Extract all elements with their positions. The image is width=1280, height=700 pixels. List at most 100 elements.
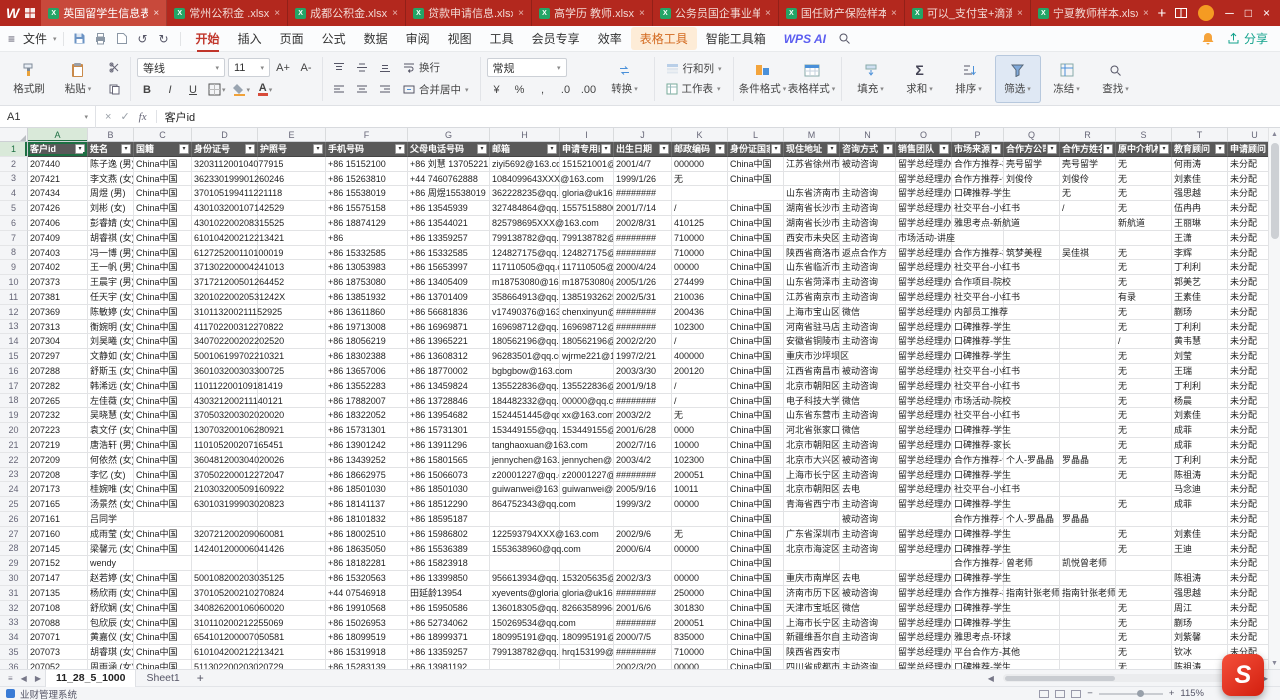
cell[interactable]: 留学总经理办公室	[896, 157, 952, 172]
cell[interactable]: +86	[326, 231, 408, 246]
fill-button[interactable]: 填充▾	[848, 55, 894, 103]
row-header-22[interactable]: 22	[0, 453, 28, 468]
cell[interactable]: 320311200104077915	[192, 157, 258, 172]
cell[interactable]: 河北省张家口市	[784, 423, 840, 438]
select-all-corner[interactable]	[0, 128, 28, 142]
cell[interactable]: 口碑推荐-学生	[952, 423, 1004, 438]
cell[interactable]: 北京市朝阳区	[784, 438, 840, 453]
cell[interactable]: +86 18302388	[326, 349, 408, 364]
cell[interactable]: China中国	[134, 275, 192, 290]
cell[interactable]: 207373	[28, 275, 88, 290]
cell[interactable]: +44 07546918	[326, 586, 408, 601]
cell[interactable]: +86 13657006	[326, 364, 408, 379]
cell[interactable]: ziyi5692@163.com	[490, 157, 560, 172]
cell[interactable]: 956613934@qq.com	[490, 571, 560, 586]
cell[interactable]: 马念迪	[1172, 482, 1228, 497]
cell[interactable]: 留学总经理办公室	[896, 275, 952, 290]
cell[interactable]: 王丽琳	[1172, 216, 1228, 231]
cell[interactable]: 360103200303300725	[192, 364, 258, 379]
cell[interactable]: +86 15731301	[408, 423, 490, 438]
cell[interactable]: China中国	[728, 616, 784, 631]
cell[interactable]: 山东省临沂市	[784, 260, 840, 275]
cell[interactable]	[1060, 468, 1116, 483]
cell[interactable]: 李文燕 (女)	[88, 172, 134, 187]
cell[interactable]: 留学总经理办公室	[896, 423, 952, 438]
cell[interactable]: 无	[1116, 157, 1172, 172]
file-tab[interactable]: X宁夏教师样本.xlsx×	[1031, 0, 1149, 26]
cell[interactable]	[1060, 305, 1116, 320]
cell[interactable]: 留学总经理办公室	[896, 468, 952, 483]
cell[interactable]	[1060, 482, 1116, 497]
cell[interactable]: 无	[1116, 349, 1172, 364]
cell[interactable]: 上海市宝山区	[784, 305, 840, 320]
row-header-1[interactable]: 1	[0, 142, 28, 157]
column-header-E[interactable]: E	[258, 128, 326, 142]
cell[interactable]	[1004, 571, 1060, 586]
cell[interactable]: 00000	[672, 497, 728, 512]
cell[interactable]: 151521001@qq.com	[560, 157, 614, 172]
cell[interactable]: 274499	[672, 275, 728, 290]
cell[interactable]: 2001/6/28	[614, 423, 672, 438]
cell[interactable]: 李辉	[1172, 246, 1228, 261]
cell[interactable]: 刘素佳	[1172, 408, 1228, 423]
cell[interactable]: 无	[1116, 586, 1172, 601]
cell[interactable]: 口碑推荐-学生	[952, 186, 1004, 201]
cell[interactable]: 留学总经理办公室	[896, 305, 952, 320]
cell[interactable]: 留学总经理办公室	[896, 201, 952, 216]
row-header-7[interactable]: 7	[0, 231, 28, 246]
cell[interactable]	[1060, 231, 1116, 246]
cell[interactable]: 王晨宇 (男)	[88, 275, 134, 290]
cell[interactable]: 口碑推荐-学生	[952, 601, 1004, 616]
column-header-R[interactable]: R	[1060, 128, 1116, 142]
cell[interactable]: 主动咨询	[840, 320, 896, 335]
cell[interactable]: 口碑推荐-学生	[952, 334, 1004, 349]
cell[interactable]: 北京市朝阳区	[784, 482, 840, 497]
window-layout-icon[interactable]	[1175, 8, 1187, 18]
cell[interactable]	[490, 512, 560, 527]
cell[interactable]: China中国	[728, 527, 784, 542]
cell[interactable]: 四川省成都市	[784, 660, 840, 669]
cell[interactable]: 河南省驻马店市	[784, 320, 840, 335]
cell[interactable]: 任天宇 (女)	[88, 290, 134, 305]
cell[interactable]: China中国	[728, 497, 784, 512]
cell[interactable]: China中国	[134, 601, 192, 616]
cell[interactable]: China中国	[728, 394, 784, 409]
cell[interactable]: China中国	[728, 260, 784, 275]
menu-tab[interactable]: 工具	[481, 27, 523, 50]
cell[interactable]: 710000	[672, 645, 728, 660]
cell[interactable]: 凯悦曾老师	[1060, 556, 1116, 571]
cell[interactable]: 郭美艺	[1172, 275, 1228, 290]
cell[interactable]: 32010220020531242X	[192, 290, 258, 305]
cell[interactable]: 田延龄13954	[408, 586, 490, 601]
minimize-icon[interactable]: ─	[1225, 6, 1234, 20]
cell[interactable]: +86 56681836	[408, 305, 490, 320]
cell[interactable]: 刘紫馨	[1172, 630, 1228, 645]
cell[interactable]: 310110200212255069	[192, 616, 258, 631]
format-painter-button[interactable]: 格式刷	[6, 55, 52, 103]
cell[interactable]: +86 13545939	[408, 201, 490, 216]
cell[interactable]: 无	[1116, 305, 1172, 320]
cell[interactable]: 207108	[28, 601, 88, 616]
cell[interactable]: 湖南省长沙市	[784, 201, 840, 216]
cell[interactable]: 00000	[672, 542, 728, 557]
cell[interactable]: 上海市长宁区	[784, 468, 840, 483]
cell[interactable]: China中国	[134, 453, 192, 468]
cell[interactable]: China中国	[134, 290, 192, 305]
cell[interactable]: 微信	[840, 601, 896, 616]
cell[interactable]: China中国	[134, 571, 192, 586]
cell[interactable]: 王迪	[1172, 542, 1228, 557]
cell[interactable]: 主动咨询	[840, 216, 896, 231]
tab-list-icon[interactable]	[24, 7, 36, 19]
cell[interactable]	[1060, 616, 1116, 631]
decrease-decimal-button[interactable]: .0	[556, 80, 576, 99]
row-header-6[interactable]: 6	[0, 216, 28, 231]
cell[interactable]: /	[1060, 201, 1116, 216]
cell[interactable]	[1004, 527, 1060, 542]
cell[interactable]: 102300	[672, 453, 728, 468]
cell[interactable]: wendy	[88, 556, 134, 571]
cell[interactable]: 主动咨询	[840, 468, 896, 483]
cell[interactable]	[1004, 186, 1060, 201]
cell[interactable]: 雅思考点-环球	[952, 630, 1004, 645]
column-header-S[interactable]: S	[1116, 128, 1172, 142]
cell[interactable]: 825798695XXX@163.com	[490, 216, 560, 231]
